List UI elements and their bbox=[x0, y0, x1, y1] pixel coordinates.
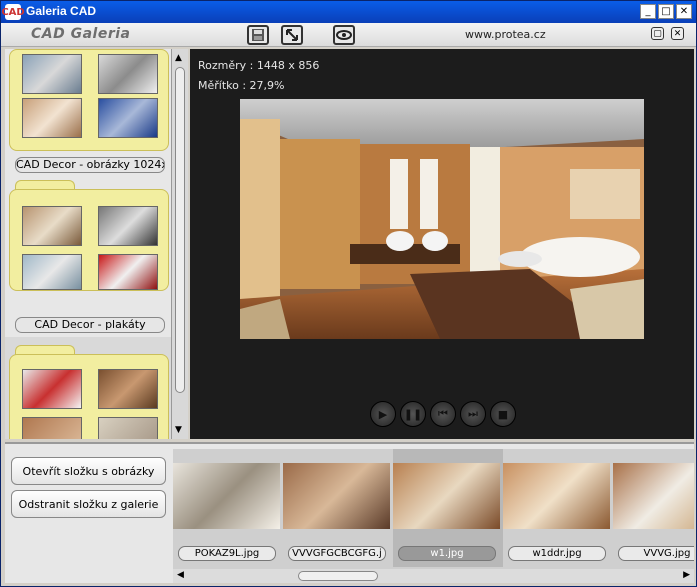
folder-label[interactable]: CAD Decor - obrázky 1024x7 bbox=[15, 157, 165, 173]
next-button[interactable]: ⏭ bbox=[460, 401, 486, 427]
maximize-button[interactable]: □ bbox=[658, 4, 674, 19]
thumbnail-image bbox=[503, 463, 610, 529]
scroll-down-icon[interactable]: ▼ bbox=[175, 425, 182, 435]
view-button[interactable] bbox=[333, 25, 355, 45]
thumbnail-label: w1.jpg bbox=[398, 546, 496, 561]
folder-list: CAD Decor - obrázky 1024x7 CAD Decor - p… bbox=[5, 49, 172, 439]
scroll-left-icon[interactable]: ◀ bbox=[177, 570, 184, 580]
resize-icon bbox=[286, 29, 298, 41]
play-button[interactable]: ▶ bbox=[370, 401, 396, 427]
next-icon: ⏭ bbox=[468, 407, 478, 420]
thumbnail-image bbox=[283, 463, 390, 529]
remove-folder-button[interactable]: Odstranit složku z galerie bbox=[11, 490, 166, 518]
thumbnail-item[interactable]: VVVGFGCBCGFG.j bbox=[283, 449, 393, 567]
folder-thumbnail bbox=[98, 54, 158, 94]
brand-title: CAD Galeria bbox=[31, 26, 131, 42]
folder-thumbnail bbox=[98, 369, 158, 409]
thumbnail-label: POKAZ9L.jpg bbox=[178, 546, 276, 561]
bottom-panel: Otevřít složku s obrázky Odstranit složk… bbox=[5, 442, 694, 583]
thumbnail-scrollbar[interactable]: ◀ ▶ bbox=[173, 569, 694, 583]
scrollbar-thumb[interactable] bbox=[175, 67, 185, 393]
folder-list-scrollbar[interactable]: ▲ ▼ bbox=[172, 49, 188, 439]
scrollbar-thumb[interactable] bbox=[298, 571, 378, 581]
restore-pane-button[interactable]: ▢ bbox=[651, 27, 664, 40]
thumbnail-image bbox=[173, 463, 280, 529]
save-icon bbox=[252, 29, 264, 41]
folder-thumbnail bbox=[98, 206, 158, 246]
resize-button[interactable] bbox=[281, 25, 303, 45]
thumbnail-image bbox=[613, 463, 694, 529]
folder-thumbnail bbox=[98, 254, 158, 290]
window-title: Galeria CAD bbox=[26, 4, 97, 18]
playback-controls: ▶ ❚❚ ⏮ ⏭ ■ bbox=[370, 401, 516, 427]
thumbnail-item-selected[interactable]: w1.jpg bbox=[393, 449, 503, 567]
thumbnail-item[interactable]: w1ddr.jpg bbox=[503, 449, 613, 567]
pause-button[interactable]: ❚❚ bbox=[400, 401, 426, 427]
app-logo-icon: CAD bbox=[1, 4, 25, 20]
previous-icon: ⏮ bbox=[438, 407, 448, 420]
folder-label[interactable]: CAD Decor - plakáty bbox=[15, 317, 165, 333]
play-icon: ▶ bbox=[378, 407, 388, 421]
image-viewer: Rozměry : 1448 x 856 Měřítko : 27,9% ▶ ❚… bbox=[190, 49, 694, 439]
app-window: CAD Galeria CAD _ □ ✕ CAD Galeria www.pr… bbox=[0, 0, 697, 587]
save-button[interactable] bbox=[247, 25, 269, 45]
minimize-button[interactable]: _ bbox=[640, 4, 656, 19]
folder-thumbnail bbox=[22, 54, 82, 94]
folder-item[interactable] bbox=[9, 189, 169, 291]
website-url[interactable]: www.protea.cz bbox=[465, 28, 546, 41]
thumbnail-label: w1ddr.jpg bbox=[508, 546, 606, 561]
folder-thumbnail bbox=[22, 206, 82, 246]
close-pane-button[interactable]: ✕ bbox=[671, 27, 684, 40]
folder-thumbnail bbox=[22, 98, 82, 138]
previous-button[interactable]: ⏮ bbox=[430, 401, 456, 427]
folder-thumbnail bbox=[22, 254, 82, 290]
scroll-right-icon[interactable]: ▶ bbox=[683, 570, 690, 580]
view-icon bbox=[336, 30, 352, 40]
open-folder-button[interactable]: Otevřít složku s obrázky bbox=[11, 457, 166, 485]
thumbnail-label: VVVGFGCBCGFG.j bbox=[288, 546, 386, 561]
folder-item[interactable] bbox=[9, 49, 169, 151]
folder-thumbnail bbox=[22, 417, 82, 439]
preview-image bbox=[240, 99, 644, 339]
stop-button[interactable]: ■ bbox=[490, 401, 516, 427]
scroll-up-icon[interactable]: ▲ bbox=[175, 53, 182, 63]
folder-thumbnail bbox=[22, 369, 82, 409]
close-button[interactable]: ✕ bbox=[676, 4, 692, 19]
folder-thumbnail bbox=[98, 98, 158, 138]
thumbnail-item[interactable]: VVVG.jpg bbox=[613, 449, 694, 567]
thumbnail-image bbox=[393, 463, 500, 529]
pause-icon: ❚❚ bbox=[403, 407, 423, 421]
bathroom-render-image bbox=[240, 99, 644, 339]
image-dimensions: Rozměry : 1448 x 856 bbox=[198, 59, 320, 72]
thumbnail-item[interactable]: POKAZ9L.jpg bbox=[173, 449, 283, 567]
toolbar: CAD Galeria www.protea.cz ▢ ✕ bbox=[1, 23, 696, 47]
thumbnail-strip: POKAZ9L.jpg VVVGFGCBCGFG.j w1.jpg w1ddr.… bbox=[173, 449, 694, 569]
folder-item[interactable] bbox=[9, 354, 169, 439]
thumbnail-label: VVVG.jpg bbox=[618, 546, 694, 561]
folder-thumbnail bbox=[98, 417, 158, 439]
stop-icon: ■ bbox=[497, 407, 509, 421]
restore-icon: ▢ bbox=[653, 28, 662, 39]
title-bar[interactable]: CAD Galeria CAD _ □ ✕ bbox=[1, 1, 696, 23]
close-icon: ✕ bbox=[673, 28, 682, 39]
image-scale: Měřítko : 27,9% bbox=[198, 79, 285, 92]
